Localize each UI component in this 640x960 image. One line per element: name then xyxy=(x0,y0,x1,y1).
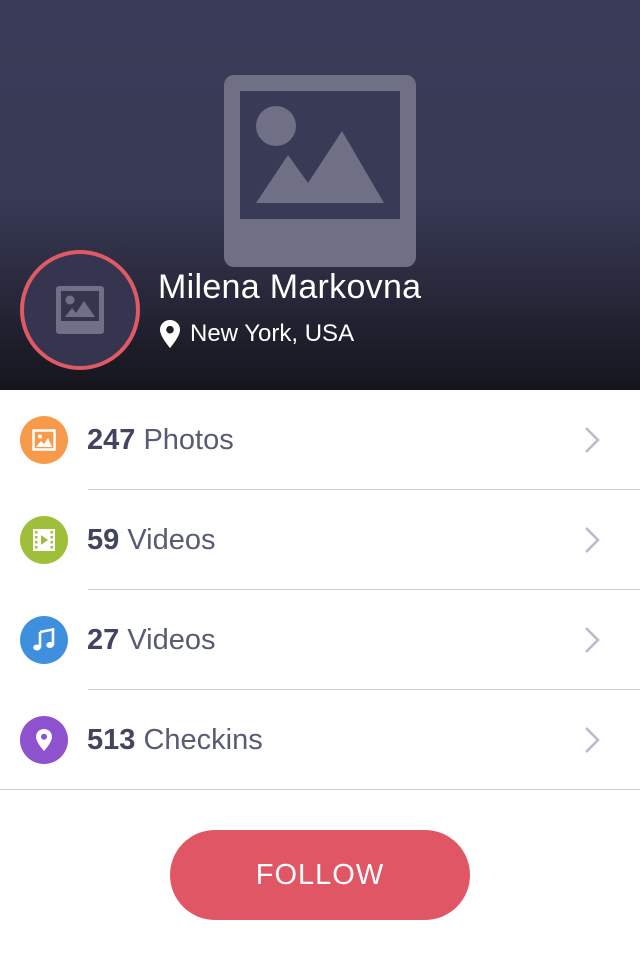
stats-list: 247 Photos 59 Videos 27 Videos 513 Check… xyxy=(0,390,640,790)
chevron-right-icon xyxy=(585,727,600,753)
profile-header: Milena Markovna New York, USA xyxy=(0,0,640,390)
stats-label-text: Videos xyxy=(127,624,216,656)
profile-location: New York, USA xyxy=(160,318,354,350)
profile-name: Milena Markovna xyxy=(158,268,422,306)
stats-row-photos[interactable]: 247 Photos xyxy=(0,390,640,490)
videos-badge xyxy=(20,516,68,564)
chevron-right-icon xyxy=(585,627,600,653)
avatar[interactable] xyxy=(20,250,140,370)
photos-badge xyxy=(20,416,68,464)
location-pin-icon xyxy=(36,729,52,751)
stats-count: 513 xyxy=(87,724,136,756)
divider xyxy=(0,789,640,790)
stats-label-text: Photos xyxy=(143,424,234,456)
stats-row-checkins[interactable]: 513 Checkins xyxy=(0,690,640,790)
stats-count: 247 xyxy=(87,424,136,456)
music-badge xyxy=(20,616,68,664)
film-icon xyxy=(33,529,55,551)
avatar-placeholder-icon xyxy=(56,286,104,334)
stats-count: 59 xyxy=(87,524,120,556)
stats-label: 247 Photos xyxy=(87,420,234,460)
chevron-right-icon xyxy=(585,527,600,553)
stats-count: 27 xyxy=(87,624,120,656)
location-text: New York, USA xyxy=(190,320,355,347)
stats-label: 513 Checkins xyxy=(87,720,263,760)
chevron-right-icon xyxy=(585,427,600,453)
stats-row-music[interactable]: 27 Videos xyxy=(0,590,640,690)
cover-image-placeholder-icon xyxy=(224,75,416,267)
profile-screen: Milena Markovna New York, USA 247 Photos xyxy=(0,0,640,960)
stats-label: 27 Videos xyxy=(87,620,215,660)
checkins-badge xyxy=(20,716,68,764)
location-pin-icon xyxy=(160,320,180,348)
stats-label-text: Videos xyxy=(127,524,216,556)
stats-label: 59 Videos xyxy=(87,520,215,560)
follow-button[interactable]: FOLLOW xyxy=(170,830,470,920)
stats-label-text: Checkins xyxy=(143,724,263,756)
image-icon xyxy=(32,429,56,451)
music-note-icon xyxy=(33,628,55,651)
stats-row-videos[interactable]: 59 Videos xyxy=(0,490,640,590)
